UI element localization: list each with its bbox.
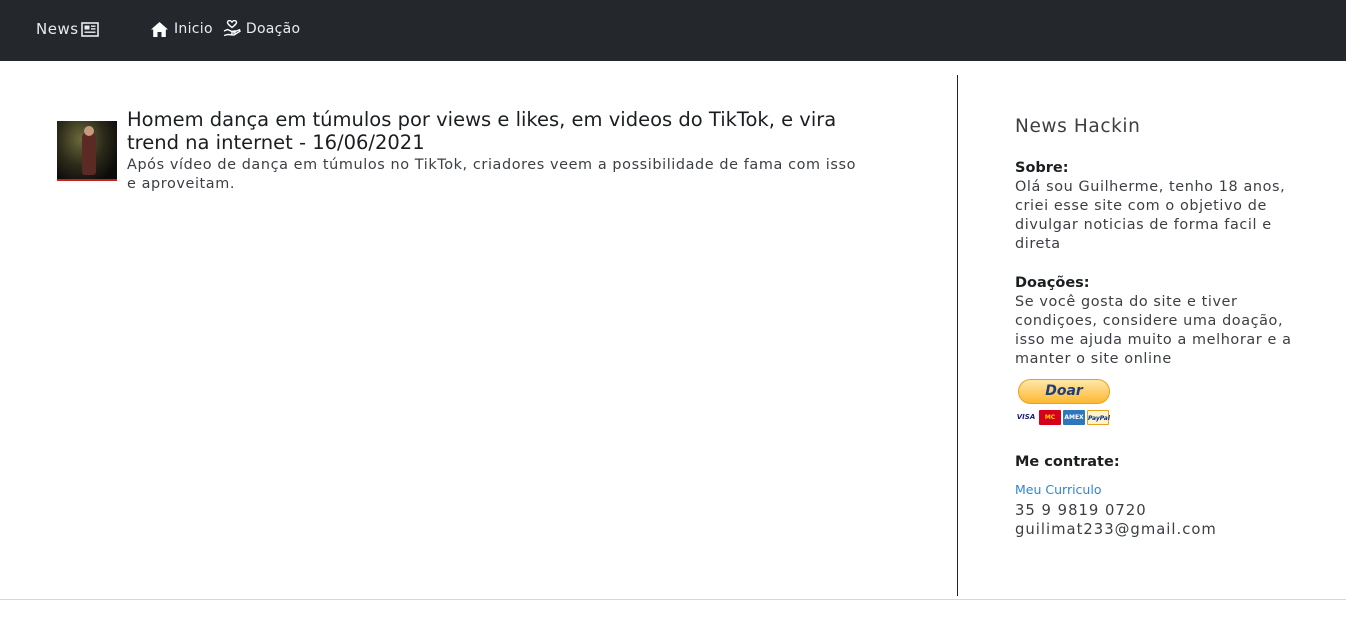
vertical-divider (957, 75, 958, 596)
home-icon (151, 21, 168, 37)
thumbnail-figure (82, 131, 96, 175)
nav-links: Inicio Doação (150, 20, 310, 38)
paypal-donate-widget: Doar VISA MC AMEX PayPal (1015, 379, 1115, 429)
paypal-icon: PayPal (1087, 410, 1110, 425)
brand-link[interactable]: News (36, 20, 99, 38)
curriculo-link[interactable]: Meu Curriculo (1015, 482, 1305, 497)
nav-link-doacao[interactable]: Doação (223, 20, 301, 38)
nav-link-inicio-label: Inicio (174, 21, 213, 37)
article-title[interactable]: Homem dança em túmulos por views e likes… (127, 108, 857, 154)
visa-icon: VISA (1015, 410, 1037, 425)
payment-cards: VISA MC AMEX PayPal (1015, 410, 1111, 425)
doacoes-text: Se você gosta do site e tiver condiçoes,… (1015, 294, 1292, 367)
contrate-heading: Me contrate: (1015, 454, 1120, 470)
thumbnail-head (84, 126, 94, 136)
amex-icon: AMEX (1063, 410, 1085, 425)
brand-label: News (36, 20, 79, 38)
newspaper-icon (80, 21, 99, 37)
thumbnail-bar (57, 179, 117, 181)
sobre-text: Olá sou Guilherme, tenho 18 anos, criei … (1015, 179, 1286, 252)
top-navbar: News Inicio Doação (0, 0, 1346, 61)
article-description: Após vídeo de dança em túmulos no TikTok… (127, 157, 856, 192)
sidebar: News Hackin Sobre: Olá sou Guilherme, te… (1015, 116, 1305, 539)
sobre-heading: Sobre: (1015, 160, 1069, 176)
mastercard-icon: MC (1039, 410, 1061, 425)
hand-holding-heart-icon (223, 20, 241, 37)
nav-link-inicio[interactable]: Inicio (150, 21, 213, 38)
nav-link-doacao-label: Doação (245, 21, 301, 37)
doacoes-heading: Doações: (1015, 275, 1090, 291)
sidebar-title: News Hackin (1015, 116, 1141, 137)
footer-divider (0, 599, 1346, 600)
contact-email: guilimat233@gmail.com (1015, 521, 1217, 538)
donate-button[interactable]: Doar (1018, 379, 1110, 404)
contact-phone: 35 9 9819 0720 (1015, 502, 1147, 519)
article-thumbnail[interactable] (57, 121, 117, 181)
